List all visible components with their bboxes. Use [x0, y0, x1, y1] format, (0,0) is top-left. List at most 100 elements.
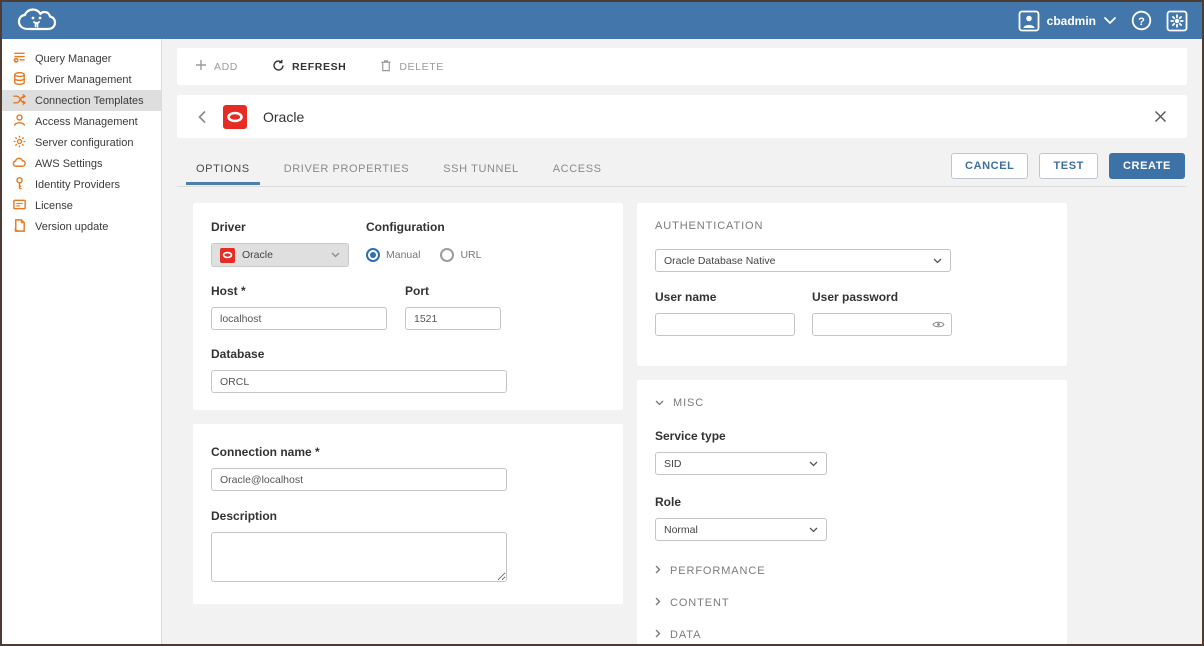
- radio-dot-icon: [366, 248, 380, 262]
- sidebar-item-label: AWS Settings: [35, 158, 102, 170]
- user-name: cbadmin: [1047, 14, 1096, 28]
- misc-card: MISC Service type SID Role Normal: [637, 380, 1067, 644]
- sidebar-item-label: Access Management: [35, 116, 138, 128]
- plus-icon: [195, 59, 207, 74]
- entity-title: Oracle: [263, 109, 1154, 125]
- chevron-down-icon: [655, 397, 664, 409]
- sidebar-item-label: License: [35, 200, 73, 212]
- auth-method-select[interactable]: Oracle Database Native: [655, 249, 951, 272]
- database-label: Database: [211, 347, 605, 361]
- misc-section-toggle[interactable]: MISC: [655, 397, 1049, 409]
- database-input[interactable]: [211, 370, 507, 393]
- oracle-logo-icon: [223, 105, 247, 129]
- connection-name-card: Connection name * Description: [193, 424, 623, 604]
- data-section-toggle[interactable]: DATA: [655, 629, 1049, 641]
- radio-dot-icon: [440, 248, 454, 262]
- chevron-down-icon: [331, 249, 340, 261]
- cloudbeaver-logo-icon: [16, 7, 58, 34]
- content-section-toggle[interactable]: CONTENT: [655, 597, 1049, 609]
- user-password-label: User password: [812, 290, 952, 304]
- sidebar-item-query-manager[interactable]: Query Manager: [2, 48, 161, 69]
- user-name-input[interactable]: [655, 313, 795, 336]
- toolbar: ADD REFRESH: [177, 48, 1187, 85]
- sidebar-item-label: Query Manager: [35, 53, 111, 65]
- chevron-down-icon: [933, 255, 942, 267]
- test-button[interactable]: TEST: [1039, 153, 1098, 179]
- connection-settings-card: Driver Oracle: [193, 203, 623, 410]
- sidebar-item-label: Driver Management: [35, 74, 132, 86]
- create-button[interactable]: CREATE: [1109, 153, 1185, 179]
- description-textarea[interactable]: [211, 532, 507, 582]
- tab-options[interactable]: OPTIONS: [186, 153, 260, 184]
- user-avatar-icon: [1018, 10, 1040, 32]
- sidebar: Query Manager Driver Management: [2, 39, 162, 644]
- delete-button[interactable]: DELETE: [380, 59, 443, 75]
- svg-text:?: ?: [1138, 16, 1145, 28]
- sidebar-item-label: Version update: [35, 221, 108, 233]
- license-icon: [12, 197, 27, 215]
- tab-access[interactable]: ACCESS: [543, 153, 612, 184]
- sidebar-item-aws-settings[interactable]: AWS Settings: [2, 153, 161, 174]
- eye-icon[interactable]: [932, 320, 945, 329]
- tab-bar: OPTIONS DRIVER PROPERTIES SSH TUNNEL ACC…: [177, 151, 1187, 187]
- url-radio[interactable]: URL: [440, 248, 481, 262]
- aws-settings-icon: [12, 155, 27, 173]
- chevron-right-icon: [655, 597, 661, 609]
- main-area: ADD REFRESH: [162, 39, 1202, 644]
- sidebar-item-label: Identity Providers: [35, 179, 120, 191]
- version-update-icon: [12, 218, 27, 236]
- refresh-button[interactable]: REFRESH: [272, 59, 346, 75]
- host-label: Host *: [211, 284, 405, 298]
- authentication-card: AUTHENTICATION Oracle Database Native Us…: [637, 203, 1067, 366]
- sidebar-item-license[interactable]: License: [2, 195, 161, 216]
- role-select[interactable]: Normal: [655, 518, 827, 541]
- host-input[interactable]: [211, 307, 387, 330]
- entity-header: Oracle: [177, 95, 1187, 138]
- authentication-title: AUTHENTICATION: [655, 220, 1049, 232]
- driver-select[interactable]: Oracle: [211, 243, 349, 267]
- cancel-button[interactable]: CANCEL: [951, 153, 1028, 179]
- connection-name-label: Connection name *: [211, 445, 605, 459]
- driver-management-icon: [12, 71, 27, 89]
- close-icon[interactable]: [1154, 110, 1167, 123]
- connection-name-input[interactable]: [211, 468, 507, 491]
- tab-ssh-tunnel[interactable]: SSH TUNNEL: [433, 153, 528, 184]
- sidebar-item-connection-templates[interactable]: Connection Templates: [2, 90, 161, 111]
- port-label: Port: [405, 284, 501, 298]
- port-input[interactable]: [405, 307, 501, 330]
- top-bar: cbadmin ?: [2, 2, 1202, 39]
- sidebar-item-access-management[interactable]: Access Management: [2, 111, 161, 132]
- refresh-icon: [272, 59, 285, 75]
- chevron-right-icon: [655, 629, 661, 641]
- help-icon[interactable]: ?: [1131, 10, 1152, 31]
- user-password-input[interactable]: [812, 313, 952, 336]
- sidebar-item-label: Connection Templates: [35, 95, 144, 107]
- sidebar-item-label: Server configuration: [35, 137, 133, 149]
- user-name-label: User name: [655, 290, 812, 304]
- sidebar-item-server-configuration[interactable]: Server configuration: [2, 132, 161, 153]
- configuration-label: Configuration: [366, 220, 481, 234]
- user-menu[interactable]: cbadmin: [1018, 10, 1117, 32]
- role-label: Role: [655, 495, 1049, 509]
- identity-providers-icon: [12, 176, 27, 194]
- performance-section-toggle[interactable]: PERFORMANCE: [655, 565, 1049, 577]
- sidebar-item-driver-management[interactable]: Driver Management: [2, 69, 161, 90]
- description-label: Description: [211, 509, 605, 523]
- tab-driver-properties[interactable]: DRIVER PROPERTIES: [274, 153, 420, 184]
- chevron-down-icon: [809, 458, 818, 470]
- manual-radio[interactable]: Manual: [366, 248, 420, 262]
- chevron-down-icon: [809, 524, 818, 536]
- app-window: cbadmin ?: [0, 0, 1204, 646]
- oracle-driver-icon: [220, 248, 235, 263]
- server-configuration-icon: [12, 134, 27, 152]
- sidebar-item-identity-providers[interactable]: Identity Providers: [2, 174, 161, 195]
- add-button[interactable]: ADD: [195, 59, 238, 74]
- chevron-down-icon: [1103, 16, 1117, 25]
- service-type-label: Service type: [655, 429, 1049, 443]
- service-type-select[interactable]: SID: [655, 452, 827, 475]
- driver-label: Driver: [211, 220, 366, 234]
- settings-icon[interactable]: [1166, 10, 1188, 32]
- sidebar-item-version-update[interactable]: Version update: [2, 216, 161, 237]
- chevron-right-icon: [655, 565, 661, 577]
- back-icon[interactable]: [197, 110, 207, 124]
